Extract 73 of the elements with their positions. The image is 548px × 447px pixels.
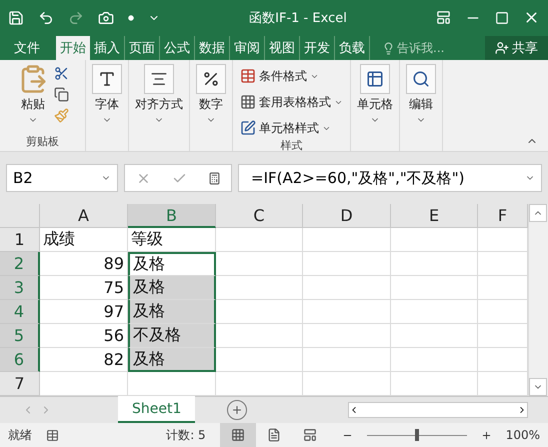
add-sheet-button[interactable]: [227, 400, 248, 420]
row-header[interactable]: 6: [0, 348, 40, 372]
table-cell: 97: [40, 300, 128, 324]
style-button[interactable]: 条件格式: [240, 66, 343, 86]
table-cell: 等级: [128, 228, 216, 252]
save-icon[interactable]: [8, 10, 24, 26]
row-header[interactable]: 4: [0, 300, 40, 324]
share-button[interactable]: 共享: [485, 36, 548, 60]
ribbon-tab[interactable]: 文件: [8, 36, 46, 60]
column-header[interactable]: E: [391, 204, 478, 228]
table-cell: 成绩: [40, 228, 128, 252]
cell-style-icon: [240, 120, 256, 136]
percent-icon: [196, 64, 226, 94]
table-cell: 56: [40, 324, 128, 348]
row-header[interactable]: 5: [0, 324, 40, 348]
ribbon-button[interactable]: 单元格: [355, 64, 395, 125]
search-icon: [406, 64, 436, 94]
table-cell: 不及格: [128, 324, 216, 348]
sheet-tab[interactable]: Sheet1: [118, 396, 196, 423]
table-cell: 及格: [128, 348, 216, 372]
table-cell: 及格: [128, 276, 216, 300]
column-header[interactable]: F: [478, 204, 528, 228]
table-cell: 及格: [128, 252, 216, 276]
table-icon: [360, 64, 390, 94]
group-label: 剪贴板: [26, 134, 59, 149]
ribbon-tab[interactable]: 开始: [56, 36, 90, 60]
horizontal-scrollbar[interactable]: [348, 402, 528, 418]
style-button[interactable]: 单元格样式: [240, 118, 343, 138]
zoom-in-icon[interactable]: [480, 430, 492, 440]
dot-icon[interactable]: [128, 14, 134, 20]
undo-icon[interactable]: [38, 10, 54, 26]
paste-button[interactable]: 粘贴: [16, 64, 50, 125]
maximize-icon[interactable]: [495, 10, 509, 24]
name-box[interactable]: B2: [6, 164, 118, 192]
row-header[interactable]: 1: [0, 228, 40, 252]
column-header[interactable]: D: [303, 204, 391, 228]
copy-icon[interactable]: [54, 87, 69, 102]
normal-view-button[interactable]: [220, 423, 256, 447]
formula-field[interactable]: =IF(A2>=60,"及格","不及格"): [238, 164, 542, 192]
window-title: 函数IF-1 - Excel: [248, 10, 348, 26]
row-header[interactable]: 7: [0, 372, 40, 396]
style-button[interactable]: 套用表格格式: [240, 92, 343, 112]
ribbon-button[interactable]: 字体: [90, 64, 124, 125]
add-person-icon: [495, 41, 509, 55]
zoom-thumb[interactable]: [414, 429, 419, 441]
ribbon-display-icon[interactable]: [436, 10, 451, 25]
ribbon-button[interactable]: 数字: [194, 64, 228, 125]
page-icon: [266, 428, 281, 442]
table-cell: 82: [40, 348, 128, 372]
status-text: 就绪: [8, 426, 32, 444]
table-format-icon: [240, 94, 256, 110]
tell-me-field[interactable]: 告诉我...: [376, 36, 450, 60]
column-header[interactable]: C: [216, 204, 303, 228]
column-header[interactable]: A: [40, 204, 128, 228]
table-cell: 89: [40, 252, 128, 276]
conditional-format-icon: [240, 68, 256, 84]
lightbulb-icon: [382, 42, 395, 54]
layout-icon: [302, 428, 317, 442]
grid-icon: [230, 428, 245, 442]
zoom-level[interactable]: 100%: [506, 428, 540, 442]
cut-icon[interactable]: [54, 66, 69, 81]
ribbon-button[interactable]: 编辑: [404, 64, 438, 125]
count-text: 计数: 5: [166, 426, 206, 444]
table-cell: 及格: [128, 300, 216, 324]
group-label: 样式: [280, 138, 302, 153]
plus-icon: [231, 404, 244, 416]
table-cell: 75: [40, 276, 128, 300]
column-header[interactable]: B: [128, 204, 216, 228]
camera-icon[interactable]: [98, 10, 114, 26]
align-center-icon: [144, 64, 174, 94]
row-header[interactable]: 2: [0, 252, 40, 276]
row-header[interactable]: 3: [0, 276, 40, 300]
ribbon-button[interactable]: 对齐方式: [133, 64, 185, 125]
